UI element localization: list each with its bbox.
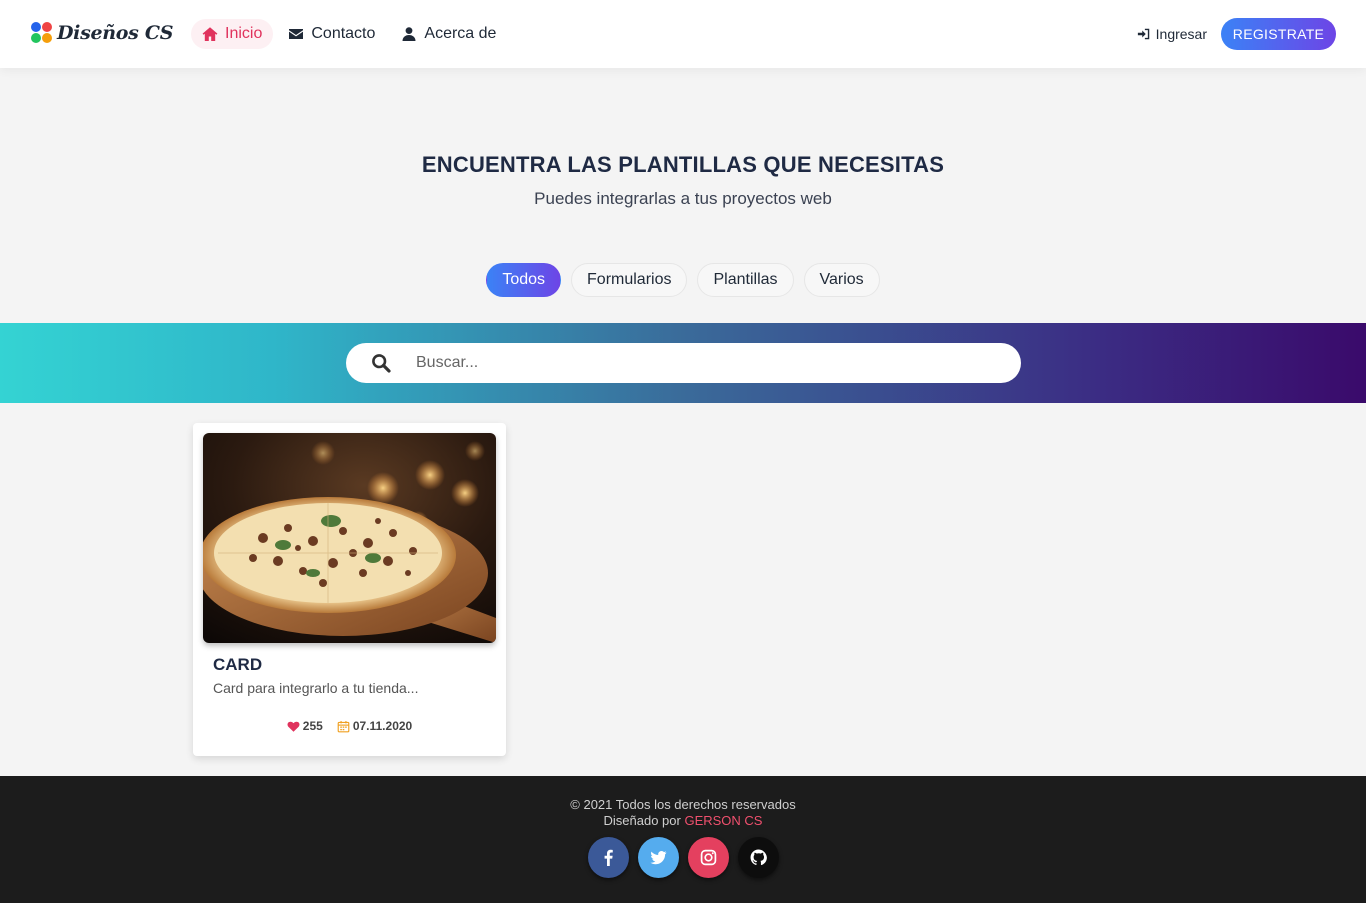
copyright-text: © 2021 Todos los derechos reservados [570, 797, 796, 812]
instagram-icon[interactable] [687, 837, 729, 878]
credit-line: Diseñado por GERSON CS [0, 813, 1366, 828]
nav-item-label: Inicio [225, 25, 263, 42]
envelope-icon [289, 29, 304, 39]
sign-in-icon [1137, 28, 1149, 40]
filter-varios[interactable]: Varios [803, 263, 880, 297]
main-nav: Inicio Contacto Acerca de [191, 19, 507, 49]
register-button[interactable]: REGISTRATE [1221, 18, 1336, 50]
brand-name: Diseños CS [57, 22, 174, 44]
user-icon [402, 27, 416, 41]
heart-icon [287, 721, 300, 732]
nav-item-label: Acerca de [424, 25, 497, 42]
card-description: Card para integrarlo a tu tienda... [213, 680, 419, 696]
pizza-image[interactable] [203, 433, 496, 643]
filter-plantillas[interactable]: Plantillas [697, 263, 794, 297]
search-band [0, 323, 1366, 403]
facebook-icon[interactable] [587, 837, 629, 878]
hero-subtitle: Puedes integrarlas a tus proyectos web [534, 189, 832, 208]
search-box [346, 343, 1021, 383]
social-links [0, 837, 1366, 878]
author-link[interactable]: GERSON CS [684, 813, 762, 828]
search-input[interactable] [416, 343, 1021, 383]
calendar-icon [337, 720, 350, 732]
login-label: Ingresar [1155, 26, 1207, 42]
auth-actions: Ingresar REGISTRATE [1137, 18, 1336, 50]
logo-dots-icon [31, 22, 53, 44]
card-title: CARD [213, 655, 263, 674]
likes-count: 255 [302, 719, 323, 733]
card-date: 07.11.2020 [337, 719, 412, 733]
brand-logo[interactable]: Diseños CS [31, 22, 173, 44]
card-date-value: 07.11.2020 [352, 719, 413, 733]
nav-item-inicio[interactable]: Inicio [191, 19, 274, 49]
login-link[interactable]: Ingresar [1137, 26, 1207, 42]
card-likes[interactable]: 255 [287, 719, 323, 733]
nav-item-contacto[interactable]: Contacto [277, 19, 386, 49]
credit-prefix: Diseñado por [603, 813, 681, 828]
home-icon [202, 27, 218, 41]
hero-title: ENCUENTRA LAS PLANTILLAS QUE NECESITAS [421, 152, 945, 177]
search-icon[interactable] [346, 353, 416, 373]
twitter-icon[interactable] [637, 837, 679, 878]
filter-todos[interactable]: Todos [486, 263, 562, 297]
footer: © 2021 Todos los derechos reservados Dis… [0, 776, 1366, 903]
filter-formularios[interactable]: Formularios [571, 263, 688, 297]
github-icon[interactable] [737, 837, 779, 878]
category-filters: Todos Formularios Plantillas Varios [0, 263, 1366, 297]
card-meta: 255 07.11.2020 [193, 719, 506, 733]
hero-section: ENCUENTRA LAS PLANTILLAS QUE NECESITAS P… [0, 68, 1366, 323]
nav-item-label: Contacto [311, 25, 376, 42]
navbar: Diseños CS Inicio Contacto Acerca de Ing… [0, 0, 1366, 68]
template-card[interactable]: CARD Card para integrarlo a tu tienda...… [193, 423, 506, 756]
nav-item-acerca-de[interactable]: Acerca de [390, 19, 507, 49]
